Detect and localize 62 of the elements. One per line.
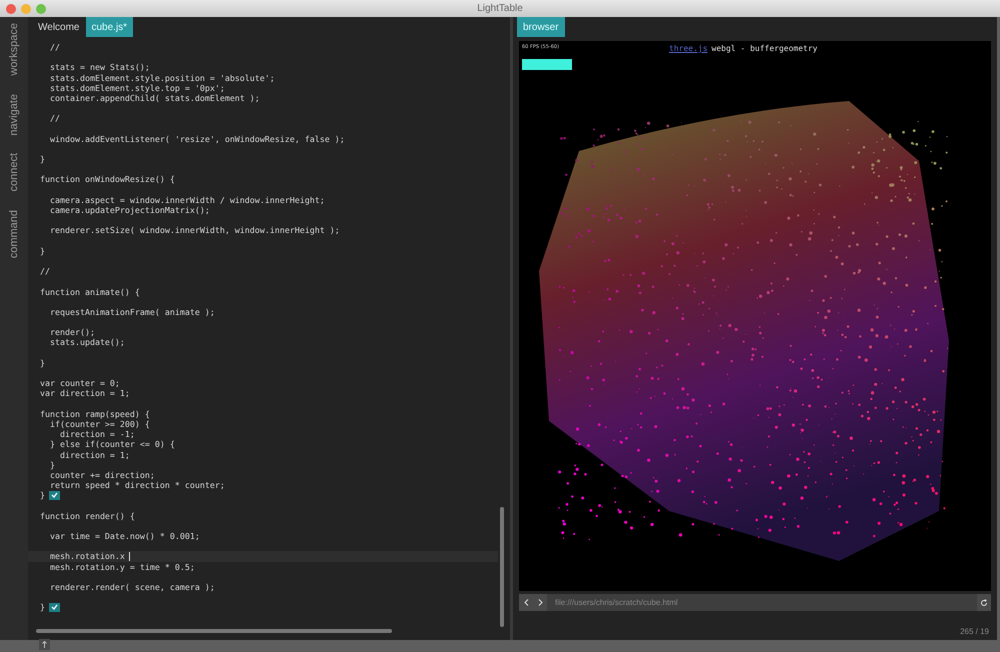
code-line: counter += direction;: [48, 470, 155, 480]
code-line: }: [40, 154, 45, 164]
sidebar-item[interactable]: workspace: [8, 23, 20, 76]
code-line: mesh.rotation.y = time * 0.5;: [48, 562, 195, 572]
fps-graph: [522, 59, 572, 70]
code-line: }: [40, 602, 45, 613]
code-line: container.appendChild( stats.domElement );: [48, 92, 260, 104]
code-line: function animate() {: [40, 286, 140, 297]
code-line: //: [40, 266, 50, 276]
code-line: renderer.setSize( window.innerWidth, window.innerHeight );: [48, 225, 340, 236]
chevron-left-icon: [524, 599, 528, 606]
code-line: renderer.render( scene, camera );: [48, 582, 215, 592]
chevron-right-icon: [538, 599, 542, 606]
editor-tab[interactable]: cube.js*: [86, 17, 134, 37]
code-line: camera.updateProjectionMatrix();: [48, 205, 210, 216]
code-line: function ramp(speed) {: [40, 408, 150, 419]
code-line: }: [40, 490, 45, 500]
sidebar-item[interactable]: navigate: [8, 94, 20, 136]
refresh-icon: [980, 598, 988, 606]
code-line: stats.domElement.style.top = '0px';: [48, 82, 225, 93]
up-arrow-button[interactable]: [39, 639, 50, 650]
code-line: var direction = 1;: [40, 388, 130, 399]
code-line: //: [48, 42, 60, 52]
browser-tab[interactable]: browser: [517, 17, 565, 37]
vertical-scrollbar[interactable]: [500, 507, 504, 627]
code-line: }: [48, 460, 55, 470]
sidebar-item[interactable]: command: [8, 210, 20, 258]
code-line: return speed * direction * counter;: [48, 480, 225, 490]
code-line: function onWindowResize() {: [40, 174, 175, 185]
cursor-position: 265 / 19: [960, 627, 989, 636]
code-line: mesh.rotation.x: [48, 551, 125, 562]
code-line: if(counter >= 200) {: [48, 418, 150, 430]
refresh-button[interactable]: [977, 594, 991, 611]
code-line: }: [40, 246, 45, 256]
back-button[interactable]: [519, 594, 533, 611]
code-line: //: [48, 113, 60, 124]
code-line: camera.aspect = window.innerWidth / window.innerHeight;: [48, 194, 325, 206]
sidebar-item[interactable]: connect: [8, 153, 20, 192]
code-line: direction = -1;: [58, 429, 135, 440]
code-line: requestAnimationFrame( animate );: [48, 306, 215, 318]
window-title: LightTable: [477, 3, 523, 14]
code-line: } else if(counter <= 0) {: [48, 439, 175, 450]
forward-button[interactable]: [533, 594, 547, 611]
code-line: stats = new Stats();: [48, 62, 150, 73]
url-field[interactable]: file:///users/chris/scratch/cube.html: [547, 594, 977, 611]
page-heading: webgl - buffergeometry: [712, 44, 818, 53]
code-line: window.addEventListener( 'resize', onWindowResize, false );: [48, 134, 345, 144]
arrow-up-icon: [42, 641, 47, 648]
code-line: stats.update();: [48, 337, 125, 348]
minimize-button[interactable]: [21, 4, 31, 14]
close-button[interactable]: [6, 4, 16, 14]
code-line: render();: [48, 327, 95, 338]
code-line: var time = Date.now() * 0.001;: [48, 531, 200, 542]
code-line: }: [40, 358, 45, 368]
three-link[interactable]: three.js: [669, 44, 708, 53]
code-line: function render() {: [40, 510, 135, 521]
code-line: direction = 1;: [58, 450, 130, 460]
zoom-button[interactable]: [36, 4, 46, 14]
code-line: var counter = 0;: [40, 378, 120, 388]
horizontal-scrollbar[interactable]: [36, 629, 392, 633]
editor-tab[interactable]: Welcome: [32, 17, 86, 37]
code-line: stats.domElement.style.position = 'absolute';: [48, 72, 275, 83]
